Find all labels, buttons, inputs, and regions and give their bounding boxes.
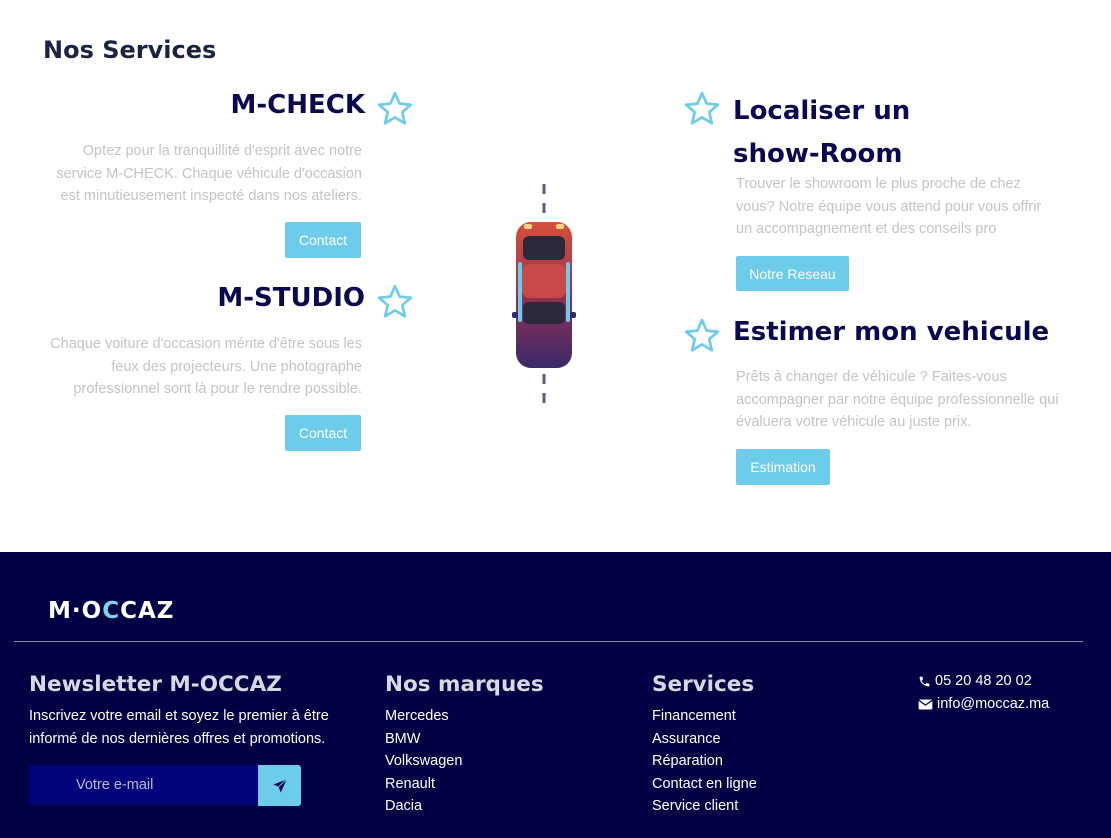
section-title: Nos Services bbox=[43, 36, 217, 64]
service-link-financement[interactable]: Financement bbox=[652, 705, 757, 728]
logo-text-accent: C bbox=[102, 598, 121, 624]
service-link-reparation[interactable]: Réparation bbox=[652, 750, 757, 773]
service-link-contact-en-ligne[interactable]: Contact en ligne bbox=[652, 773, 757, 796]
star-outline-icon bbox=[377, 284, 413, 318]
logo-text-right: CAZ bbox=[120, 598, 175, 624]
contact-email[interactable]: info@moccaz.ma bbox=[918, 696, 1049, 712]
brand-link-volkswagen[interactable]: Volkswagen bbox=[385, 750, 462, 773]
service-description: Chaque voiture d'occasion mérite d'être … bbox=[50, 336, 362, 397]
service-description: Prêts à changer de véhicule ? Faites-vou… bbox=[736, 369, 1059, 430]
footer-services-title: Services bbox=[652, 672, 755, 697]
logo[interactable]: M·OCCAZ bbox=[48, 598, 174, 624]
star-outline-icon bbox=[684, 318, 720, 352]
phone-icon bbox=[919, 676, 930, 686]
service-link-service-client[interactable]: Service client bbox=[652, 795, 757, 818]
email-address: info@moccaz.ma bbox=[937, 696, 1050, 712]
service-title: Estimer mon vehicule bbox=[733, 317, 1050, 347]
service-title: M-STUDIO bbox=[217, 283, 365, 313]
brands-list: Mercedes BMW Volkswagen Renault Dacia bbox=[385, 705, 462, 818]
envelope-icon bbox=[918, 699, 933, 709]
contact-button[interactable]: Contact bbox=[285, 415, 361, 451]
service-description: Trouver le showroom le plus proche de ch… bbox=[736, 176, 1042, 237]
notre-reseau-button[interactable]: Notre Reseau bbox=[736, 256, 849, 291]
contact-phone[interactable]: 05 20 48 20 02 bbox=[918, 673, 1032, 689]
estimation-button[interactable]: Estimation bbox=[736, 449, 830, 485]
services-section: Nos Services M-CHECK Optez pour la tranq… bbox=[0, 0, 1111, 552]
brands-title: Nos marques bbox=[385, 672, 544, 697]
newsletter-title: Newsletter M-OCCAZ bbox=[29, 672, 282, 697]
phone-number: 05 20 48 20 02 bbox=[935, 673, 1032, 689]
brand-link-renault[interactable]: Renault bbox=[385, 773, 462, 796]
star-outline-icon bbox=[377, 91, 413, 125]
brand-link-dacia[interactable]: Dacia bbox=[385, 795, 462, 818]
newsletter-text: Inscrivez votre email et soyez le premie… bbox=[29, 708, 329, 747]
newsletter-submit-button[interactable] bbox=[258, 765, 301, 806]
service-description: Optez pour la tranquillité d'esprit avec… bbox=[56, 143, 362, 204]
brand-link-mercedes[interactable]: Mercedes bbox=[385, 705, 462, 728]
brand-link-bmw[interactable]: BMW bbox=[385, 728, 462, 751]
footer-divider bbox=[14, 641, 1083, 642]
paper-plane-icon bbox=[272, 778, 287, 793]
car-top-view-illustration bbox=[512, 184, 576, 406]
footer: M·OCCAZ Newsletter M-OCCAZ Inscrivez vot… bbox=[0, 552, 1111, 838]
contact-button[interactable]: Contact bbox=[285, 222, 361, 258]
service-title: Localiser un show-Room bbox=[733, 96, 911, 169]
service-title: M-CHECK bbox=[230, 90, 366, 120]
logo-text-left: M·O bbox=[48, 598, 103, 624]
service-link-assurance[interactable]: Assurance bbox=[652, 728, 757, 751]
email-input[interactable] bbox=[29, 765, 258, 805]
footer-services-list: Financement Assurance Réparation Contact… bbox=[652, 705, 757, 818]
star-outline-icon bbox=[684, 91, 720, 125]
